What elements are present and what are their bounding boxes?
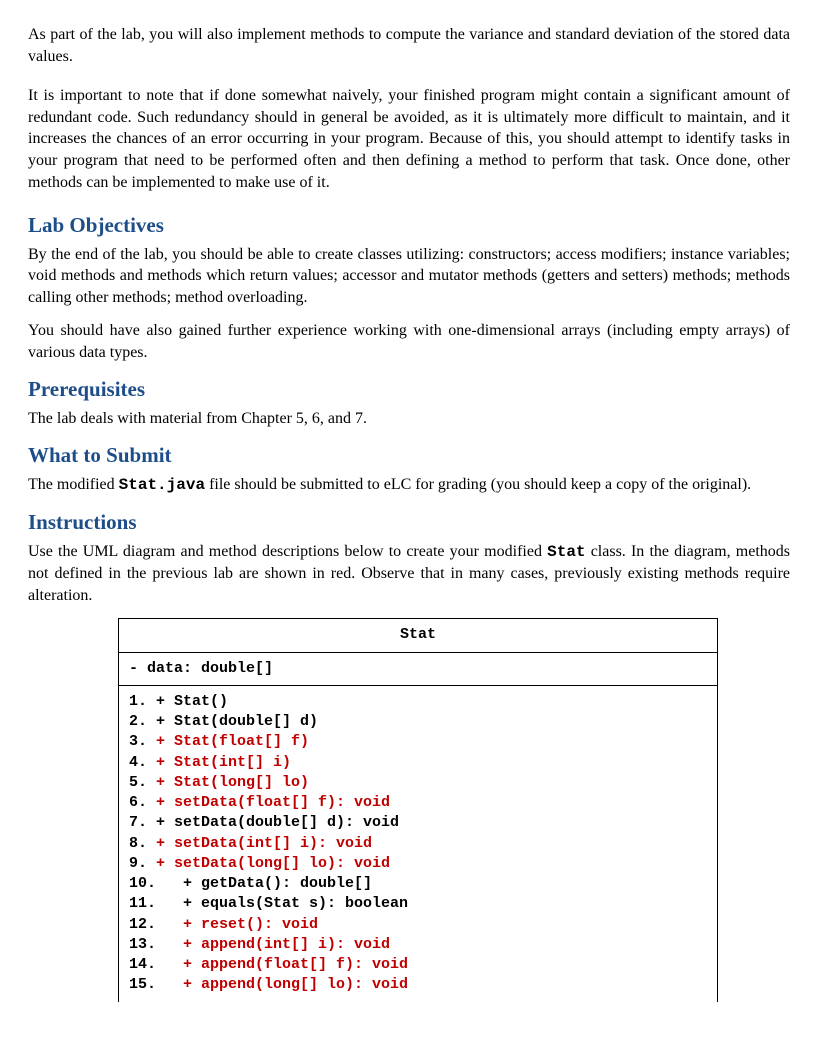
uml-method-number: 12.: [129, 915, 165, 935]
uml-method-row: 14. + append(float[] f): void: [129, 955, 707, 975]
instructions-paragraph: Use the UML diagram and method descripti…: [28, 541, 790, 607]
uml-method-signature: + setData(int[] i): void: [156, 835, 372, 852]
uml-method-signature: + Stat(double[] d): [156, 713, 318, 730]
uml-diagram: Stat - data: double[] 1. + Stat()2. + St…: [118, 618, 718, 1001]
uml-method-signature: + setData(long[] lo): void: [156, 855, 390, 872]
heading-what-to-submit: What to Submit: [28, 441, 790, 469]
uml-methods-cell: 1. + Stat()2. + Stat(double[] d)3. + Sta…: [119, 685, 718, 1001]
uml-method-signature: + append(float[] f): void: [165, 956, 408, 973]
uml-method-signature: + reset(): void: [165, 916, 318, 933]
instructions-text-a: Use the UML diagram and method descripti…: [28, 543, 547, 560]
uml-method-row: 7. + setData(double[] d): void: [129, 813, 707, 833]
uml-method-signature: + equals(Stat s): boolean: [165, 895, 408, 912]
uml-method-row: 8. + setData(int[] i): void: [129, 834, 707, 854]
uml-method-row: 4. + Stat(int[] i): [129, 753, 707, 773]
uml-attribute: - data: double[]: [119, 652, 718, 685]
uml-method-signature: + Stat(int[] i): [156, 754, 291, 771]
submit-paragraph: The modified Stat.java file should be su…: [28, 474, 790, 497]
uml-method-signature: + setData(float[] f): void: [156, 794, 390, 811]
uml-method-row: 10. + getData(): double[]: [129, 874, 707, 894]
uml-method-row: 1. + Stat(): [129, 692, 707, 712]
uml-method-number: 8.: [129, 834, 156, 854]
uml-method-row: 11. + equals(Stat s): boolean: [129, 894, 707, 914]
uml-method-number: 9.: [129, 854, 156, 874]
uml-method-number: 14.: [129, 955, 165, 975]
uml-method-signature: + Stat(): [156, 693, 228, 710]
uml-method-signature: + append(long[] lo): void: [165, 976, 408, 993]
uml-method-number: 10.: [129, 874, 165, 894]
objectives-paragraph-1: By the end of the lab, you should be abl…: [28, 244, 790, 309]
uml-method-number: 6.: [129, 793, 156, 813]
intro-paragraph-2: It is important to note that if done som…: [28, 85, 790, 193]
heading-prerequisites: Prerequisites: [28, 375, 790, 403]
uml-method-number: 3.: [129, 732, 156, 752]
heading-lab-objectives: Lab Objectives: [28, 211, 790, 239]
uml-method-row: 6. + setData(float[] f): void: [129, 793, 707, 813]
uml-method-number: 13.: [129, 935, 165, 955]
uml-method-row: 13. + append(int[] i): void: [129, 935, 707, 955]
uml-method-signature: + Stat(long[] lo): [156, 774, 309, 791]
uml-method-row: 15. + append(long[] lo): void: [129, 975, 707, 995]
uml-method-row: 3. + Stat(float[] f): [129, 732, 707, 752]
uml-method-number: 15.: [129, 975, 165, 995]
uml-method-number: 5.: [129, 773, 156, 793]
uml-method-signature: + getData(): double[]: [165, 875, 372, 892]
uml-method-signature: + setData(double[] d): void: [156, 814, 399, 831]
uml-method-row: 12. + reset(): void: [129, 915, 707, 935]
instructions-code: Stat: [547, 543, 585, 561]
intro-paragraph-1: As part of the lab, you will also implem…: [28, 24, 790, 67]
uml-method-number: 2.: [129, 712, 156, 732]
submit-text-b: file should be submitted to eLC for grad…: [205, 476, 751, 493]
submit-text-a: The modified: [28, 476, 119, 493]
uml-method-signature: + Stat(float[] f): [156, 733, 309, 750]
uml-method-row: 2. + Stat(double[] d): [129, 712, 707, 732]
prerequisites-paragraph: The lab deals with material from Chapter…: [28, 408, 790, 430]
heading-instructions: Instructions: [28, 508, 790, 536]
uml-class-name: Stat: [119, 619, 718, 652]
uml-method-number: 4.: [129, 753, 156, 773]
submit-code: Stat.java: [119, 476, 205, 494]
uml-method-signature: + append(int[] i): void: [165, 936, 390, 953]
uml-method-number: 1.: [129, 692, 156, 712]
uml-method-row: 5. + Stat(long[] lo): [129, 773, 707, 793]
uml-method-number: 7.: [129, 813, 156, 833]
objectives-paragraph-2: You should have also gained further expe…: [28, 320, 790, 363]
uml-method-number: 11.: [129, 894, 165, 914]
uml-table: Stat - data: double[] 1. + Stat()2. + St…: [118, 618, 718, 1001]
uml-method-row: 9. + setData(long[] lo): void: [129, 854, 707, 874]
